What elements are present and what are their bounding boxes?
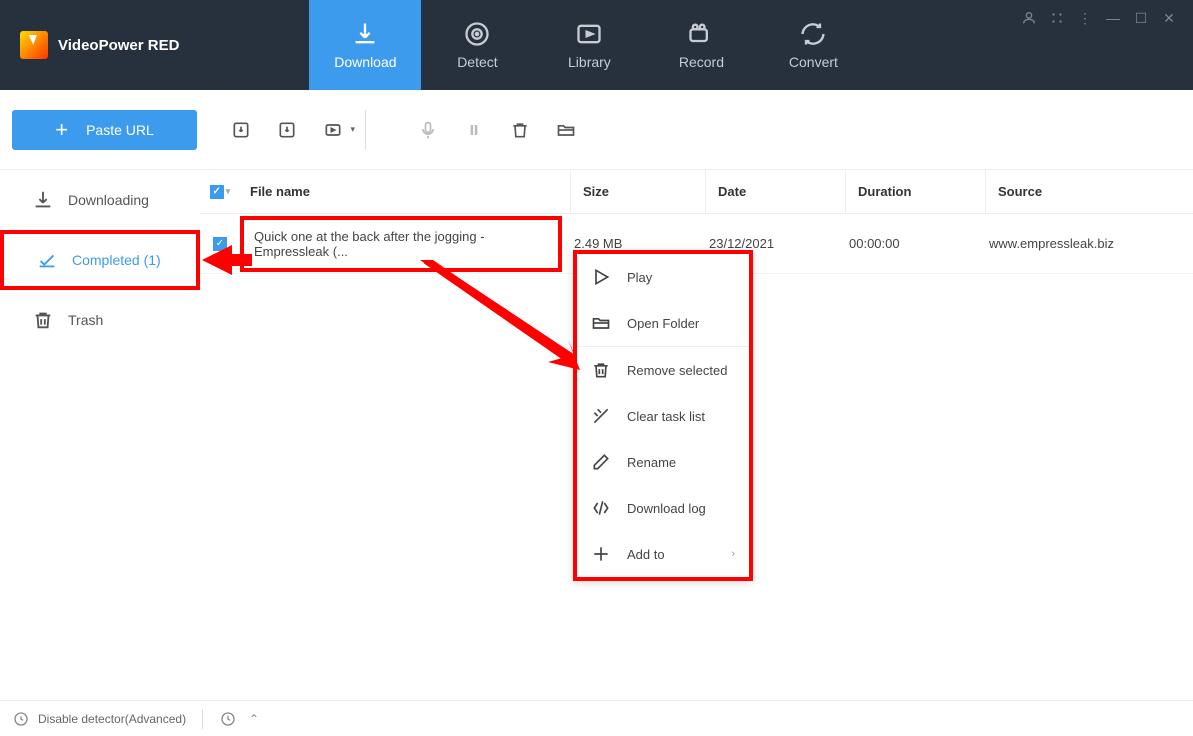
ctx-log-label: Download log xyxy=(627,501,706,516)
sidebar-trash[interactable]: Trash xyxy=(0,290,200,350)
open-folder-icon[interactable] xyxy=(552,116,580,144)
row-checkbox[interactable]: ✓ xyxy=(200,237,240,251)
table-header: ✓▾ File name Size Date Duration Source xyxy=(200,170,1193,214)
nav-download[interactable]: Download xyxy=(309,0,421,90)
nav-library-label: Library xyxy=(568,54,611,70)
nav-download-label: Download xyxy=(334,54,396,70)
sidebar-completed-label: Completed (1) xyxy=(72,252,161,268)
ctx-remove-selected[interactable]: Remove selected xyxy=(577,347,749,393)
sidebar: Downloading Completed (1) Trash xyxy=(0,170,200,700)
ctx-open-folder[interactable]: Open Folder xyxy=(577,300,749,346)
rename-icon xyxy=(591,452,611,472)
header-filename[interactable]: File name xyxy=(240,184,570,199)
status-text[interactable]: Disable detector(Advanced) xyxy=(38,712,186,726)
app-title: VideoPower RED xyxy=(58,37,179,54)
ctx-add-label: Add to xyxy=(627,547,665,562)
toolbar-separator xyxy=(365,110,366,150)
row-duration: 00:00:00 xyxy=(837,214,977,273)
row-filename-highlight: Quick one at the back after the jogging … xyxy=(240,216,562,272)
ctx-rename-label: Rename xyxy=(627,455,676,470)
menu-icon[interactable]: ⋮ xyxy=(1077,10,1093,26)
play-icon xyxy=(591,267,611,287)
nav-convert[interactable]: Convert xyxy=(757,0,869,90)
nav-convert-label: Convert xyxy=(789,54,838,70)
single-download-icon[interactable] xyxy=(273,116,301,144)
video-settings-icon[interactable]: ▾ xyxy=(319,116,347,144)
library-icon xyxy=(575,20,603,48)
titlebar: VideoPower RED Download Detect Library R… xyxy=(0,0,1193,90)
add-icon xyxy=(591,544,611,564)
paste-url-label: Paste URL xyxy=(86,122,154,138)
chevron-right-icon: › xyxy=(731,548,735,560)
plus-icon: + xyxy=(55,117,68,143)
trash-icon xyxy=(32,309,54,331)
ctx-clear-label: Clear task list xyxy=(627,409,705,424)
sidebar-trash-label: Trash xyxy=(68,312,103,328)
clear-icon xyxy=(591,406,611,426)
header-size[interactable]: Size xyxy=(570,170,705,213)
remove-icon xyxy=(591,360,611,380)
paste-url-button[interactable]: + Paste URL xyxy=(12,110,197,150)
folder-icon xyxy=(591,313,611,333)
convert-icon xyxy=(799,20,827,48)
batch-download-icon[interactable] xyxy=(227,116,255,144)
nav-library[interactable]: Library xyxy=(533,0,645,90)
ctx-add-to[interactable]: Add to › xyxy=(577,531,749,577)
maximize-icon[interactable]: ☐ xyxy=(1133,10,1149,26)
log-icon xyxy=(591,498,611,518)
user-icon[interactable] xyxy=(1021,10,1037,26)
completed-icon xyxy=(36,249,58,271)
clock-icon[interactable] xyxy=(219,710,237,728)
ctx-play[interactable]: Play xyxy=(577,254,749,300)
ctx-play-label: Play xyxy=(627,270,652,285)
nav-record[interactable]: Record xyxy=(645,0,757,90)
ctx-rename[interactable]: Rename xyxy=(577,439,749,485)
collapse-icon[interactable]: ⌃ xyxy=(245,710,263,728)
sidebar-downloading-label: Downloading xyxy=(68,192,149,208)
statusbar: Disable detector(Advanced) ⌃ xyxy=(0,700,1193,736)
download-icon xyxy=(351,20,379,48)
sidebar-completed[interactable]: Completed (1) xyxy=(0,230,200,290)
grid-icon[interactable] xyxy=(1049,10,1065,26)
detect-icon xyxy=(463,20,491,48)
detector-icon[interactable] xyxy=(12,710,30,728)
ctx-remove-label: Remove selected xyxy=(627,363,727,378)
window-controls: ⋮ ― ☐ ✕ xyxy=(1005,0,1193,90)
record-icon xyxy=(687,20,715,48)
close-icon[interactable]: ✕ xyxy=(1161,10,1177,26)
row-source: www.empressleak.biz xyxy=(977,214,1193,273)
ctx-clear-task[interactable]: Clear task list xyxy=(577,393,749,439)
app-brand: VideoPower RED xyxy=(0,0,199,90)
header-date[interactable]: Date xyxy=(705,170,845,213)
nav-tabs: Download Detect Library Record Convert xyxy=(309,0,869,90)
delete-icon[interactable] xyxy=(506,116,534,144)
downloading-icon xyxy=(32,189,54,211)
row-filename: Quick one at the back after the jogging … xyxy=(254,229,558,259)
sidebar-downloading[interactable]: Downloading xyxy=(0,170,200,230)
header-source[interactable]: Source xyxy=(985,170,1193,213)
status-separator xyxy=(202,709,203,729)
nav-record-label: Record xyxy=(679,54,724,70)
app-logo-icon xyxy=(20,31,48,59)
header-duration[interactable]: Duration xyxy=(845,170,985,213)
ctx-download-log[interactable]: Download log xyxy=(577,485,749,531)
mic-icon[interactable] xyxy=(414,116,442,144)
toolbar: + Paste URL ▾ xyxy=(0,90,1193,170)
context-menu: Play Open Folder Remove selected Clear t… xyxy=(573,250,753,581)
nav-detect-label: Detect xyxy=(457,54,497,70)
nav-detect[interactable]: Detect xyxy=(421,0,533,90)
pause-icon[interactable] xyxy=(460,116,488,144)
ctx-open-folder-label: Open Folder xyxy=(627,316,699,331)
minimize-icon[interactable]: ― xyxy=(1105,10,1121,26)
header-checkbox[interactable]: ✓▾ xyxy=(200,185,240,199)
